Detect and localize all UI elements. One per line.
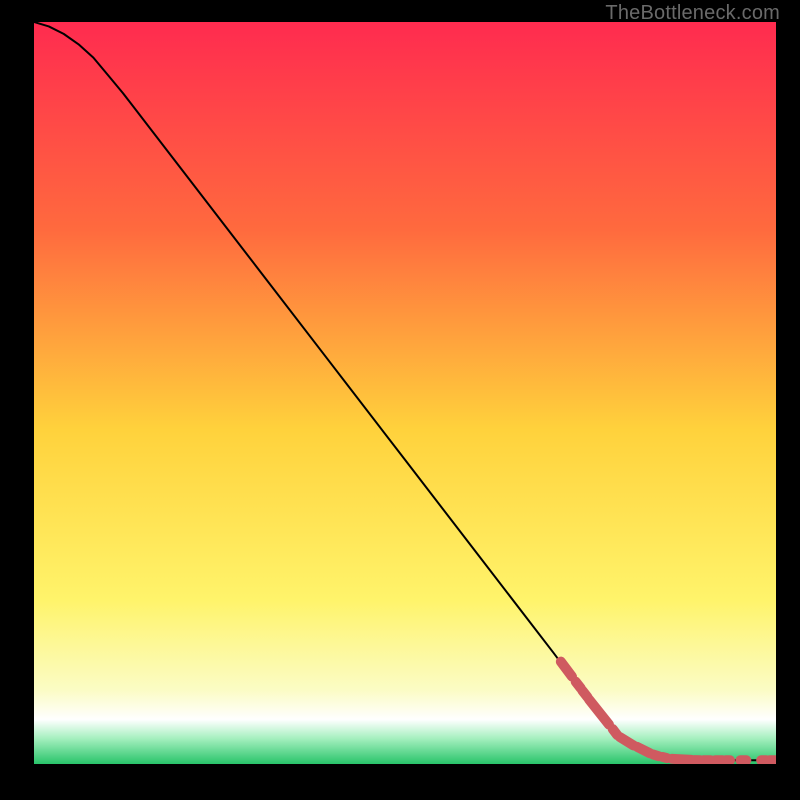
- marker-segment: [662, 757, 666, 758]
- marker-segment: [637, 747, 650, 753]
- chart-stage: TheBottleneck.com: [0, 0, 800, 800]
- chart-svg: [34, 22, 776, 764]
- gradient-background: [34, 22, 776, 764]
- marker-segment: [672, 759, 691, 760]
- marker-segment: [620, 737, 633, 745]
- plot-area: [34, 22, 776, 764]
